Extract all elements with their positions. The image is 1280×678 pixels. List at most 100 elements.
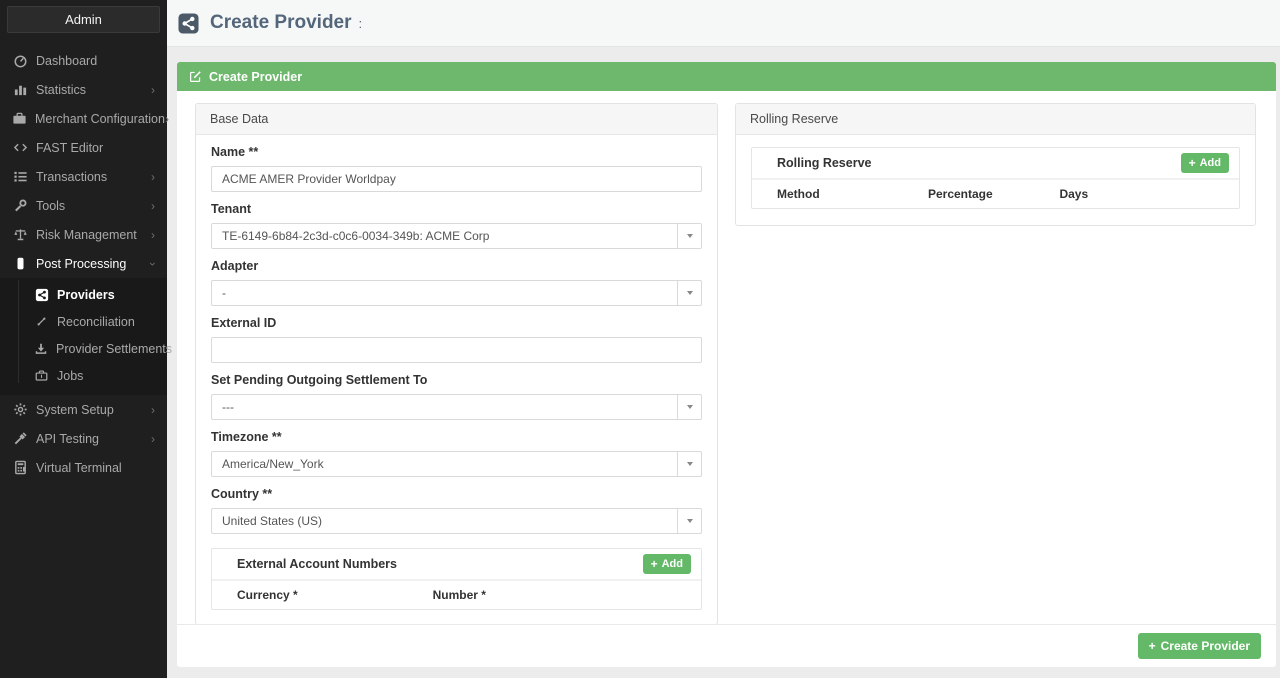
sidebar-item-merchant-configuration[interactable]: Merchant Configuration › (0, 104, 169, 133)
merchant-configuration-icon (12, 111, 27, 126)
external-id-label: External ID (211, 316, 277, 330)
plus-icon: + (650, 557, 658, 571)
timezone-select-value: America/New_York (222, 457, 324, 471)
timezone-select[interactable]: America/New_York (211, 451, 702, 477)
pending-settlement-select-value: --- (222, 400, 234, 414)
sidebar-nav: Dashboard Statistics › Merchant Configur… (0, 46, 172, 482)
rolling-reserve-panel: Rolling Reserve Rolling Reserve + Add Me… (735, 103, 1256, 226)
name-field[interactable] (211, 166, 702, 192)
sidebar-item-jobs[interactable]: Jobs (0, 362, 167, 389)
post-processing-icon (12, 256, 28, 271)
name-label: Name ** (211, 145, 259, 159)
provider-settlements-icon (34, 342, 48, 356)
sidebar-item-label: Risk Management (36, 227, 137, 242)
create-provider-button[interactable]: + Create Provider (1137, 633, 1261, 659)
sidebar-item-system-setup[interactable]: System Setup › (0, 395, 167, 424)
content-box: Create Provider Base Data Name ** Tenant… (177, 62, 1276, 678)
external-account-numbers-title: External Account Numbers (237, 557, 397, 571)
caret-down-icon (677, 395, 701, 419)
sidebar-item-risk-management[interactable]: Risk Management › (0, 220, 167, 249)
chevron-right-icon: › (151, 431, 155, 446)
sidebar-item-fast-editor[interactable]: FAST Editor (0, 133, 167, 162)
rolling-reserve-table-title: Rolling Reserve (777, 156, 872, 170)
sidebar-item-tools[interactable]: Tools › (0, 191, 167, 220)
chevron-right-icon: › (151, 198, 155, 213)
sidebar-item-label: Reconciliation (57, 314, 135, 329)
add-rolling-reserve-button[interactable]: + Add (1180, 153, 1229, 173)
tenant-label: Tenant (211, 202, 252, 216)
column-header-percentage: Percentage (927, 187, 993, 201)
country-select[interactable]: United States (US) (211, 508, 702, 534)
reconciliation-icon (34, 315, 49, 328)
tenant-select[interactable]: TE-6149-6b84-2c3d-c0c6-0034-349b: ACME C… (211, 223, 702, 249)
sidebar-item-api-testing[interactable]: API Testing › (0, 424, 167, 453)
caret-down-icon (677, 509, 701, 533)
column-header-method: Method (777, 187, 820, 201)
external-account-numbers-columns: Currency * Number * (212, 581, 701, 609)
sidebar-item-label: FAST Editor (36, 140, 104, 155)
transactions-icon (12, 169, 28, 184)
column-header-number: Number * (432, 588, 486, 602)
chevron-down-icon: › (146, 261, 160, 266)
create-provider-button-label: Create Provider (1160, 639, 1250, 653)
country-label: Country ** (211, 487, 273, 501)
sidebar-item-virtual-terminal[interactable]: Virtual Terminal (0, 453, 167, 482)
post-processing-submenu: Providers Reconciliation Provider Settle… (0, 278, 172, 395)
form-footer: + Create Provider (177, 624, 1276, 667)
adapter-select[interactable]: - (211, 280, 702, 306)
add-external-account-button[interactable]: + Add (642, 554, 691, 574)
plus-icon: + (1188, 156, 1196, 170)
adapter-label: Adapter (211, 259, 259, 273)
rolling-reserve-panel-title: Rolling Reserve (736, 104, 1255, 135)
column-header-days: Days (1059, 187, 1089, 201)
sidebar-item-reconciliation[interactable]: Reconciliation (0, 308, 167, 335)
base-data-panel: Base Data Name ** Tenant TE-6149-6b84-2c… (195, 103, 718, 625)
country-select-value: United States (US) (222, 514, 323, 528)
api-testing-icon (12, 431, 28, 446)
adapter-select-value: - (222, 286, 226, 300)
pending-settlement-label: Set Pending Outgoing Settlement To (211, 373, 428, 387)
fast-editor-icon (12, 140, 28, 155)
sidebar-item-label: Post Processing (36, 256, 127, 271)
sidebar-item-label: Statistics (36, 82, 87, 97)
plus-icon: + (1148, 639, 1156, 653)
risk-management-icon (12, 227, 28, 242)
rolling-reserve-columns: Method Percentage Days (752, 180, 1239, 208)
sidebar-item-label: Merchant Configuration (35, 111, 165, 126)
external-account-numbers-header: External Account Numbers + Add (212, 549, 701, 581)
sidebar-item-dashboard[interactable]: Dashboard (0, 46, 167, 75)
rolling-reserve-table-header: Rolling Reserve + Add (752, 148, 1239, 180)
base-data-panel-body: Name ** Tenant TE-6149-6b84-2c3d-c0c6-00… (196, 145, 717, 624)
sidebar-item-provider-settlements[interactable]: Provider Settlements (0, 335, 172, 362)
providers-icon (34, 288, 49, 302)
sidebar-item-label: API Testing (36, 431, 100, 446)
tools-icon (12, 198, 28, 213)
timezone-label: Timezone ** (211, 430, 282, 444)
sidebar-item-post-processing[interactable]: Post Processing › (0, 249, 167, 278)
page-title: Create Provider (210, 12, 352, 33)
column-header-currency: Currency * (237, 588, 298, 602)
sidebar-item-label: Providers (57, 287, 115, 302)
pending-settlement-select[interactable]: --- (211, 394, 702, 420)
caret-down-icon (677, 281, 701, 305)
dashboard-icon (12, 53, 28, 68)
sidebar-item-label: Tools (36, 198, 66, 213)
sidebar-item-label: Dashboard (36, 53, 98, 68)
page-title-suffix: : (358, 15, 363, 31)
chevron-right-icon: › (151, 169, 155, 184)
sidebar-brand[interactable]: Admin (7, 6, 160, 33)
sidebar-item-statistics[interactable]: Statistics › (0, 75, 167, 104)
sidebar-item-providers[interactable]: Providers (0, 281, 167, 308)
base-data-panel-title: Base Data (196, 104, 717, 135)
provider-icon (178, 12, 199, 34)
sidebar: Admin Dashboard Statistics › Merchant Co… (0, 0, 172, 678)
rolling-reserve-panel-body: Rolling Reserve + Add Method Percentage … (736, 135, 1255, 225)
sidebar-item-transactions[interactable]: Transactions › (0, 162, 167, 191)
chevron-right-icon: › (151, 402, 155, 417)
virtual-terminal-icon (12, 460, 28, 475)
external-id-field[interactable] (211, 337, 702, 363)
rolling-reserve-table: Rolling Reserve + Add Method Percentage … (751, 147, 1240, 209)
banner-label: Create Provider (209, 69, 303, 84)
main-area: Create Provider : Create Provider Base D… (167, 0, 1280, 678)
create-provider-banner: Create Provider (177, 62, 1276, 91)
